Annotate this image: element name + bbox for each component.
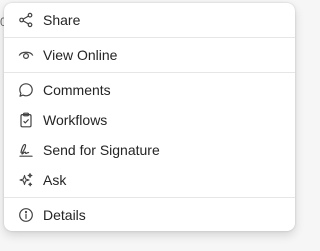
menu-item-label: Send for Signature xyxy=(43,142,160,158)
comment-icon xyxy=(18,82,34,98)
share-icon xyxy=(18,12,34,28)
menu-separator xyxy=(4,197,295,198)
menu-item-label: Ask xyxy=(43,172,67,188)
sparkle-icon xyxy=(18,172,34,188)
menu-item-details[interactable]: Details xyxy=(4,200,295,230)
menu-item-ask[interactable]: Ask xyxy=(4,165,295,195)
info-icon xyxy=(18,207,34,223)
menu-item-label: View Online xyxy=(43,47,118,63)
menu-item-label: Workflows xyxy=(43,112,108,128)
eye-icon xyxy=(18,47,34,63)
menu-separator xyxy=(4,72,295,73)
signature-icon xyxy=(18,142,34,158)
menu-item-view-online[interactable]: View Online xyxy=(4,40,295,70)
menu-item-label: Comments xyxy=(43,82,111,98)
menu-separator xyxy=(4,37,295,38)
menu-item-workflows[interactable]: Workflows xyxy=(4,105,295,135)
stage: 0 Share V xyxy=(0,0,308,251)
menu-item-label: Details xyxy=(43,207,86,223)
context-menu: Share View Online Comments Workflows Sen… xyxy=(4,3,295,231)
menu-item-share[interactable]: Share xyxy=(4,5,295,35)
menu-item-comments[interactable]: Comments xyxy=(4,75,295,105)
clipboard-check-icon xyxy=(18,112,34,128)
menu-item-send-for-signature[interactable]: Send for Signature xyxy=(4,135,295,165)
menu-item-label: Share xyxy=(43,12,81,28)
